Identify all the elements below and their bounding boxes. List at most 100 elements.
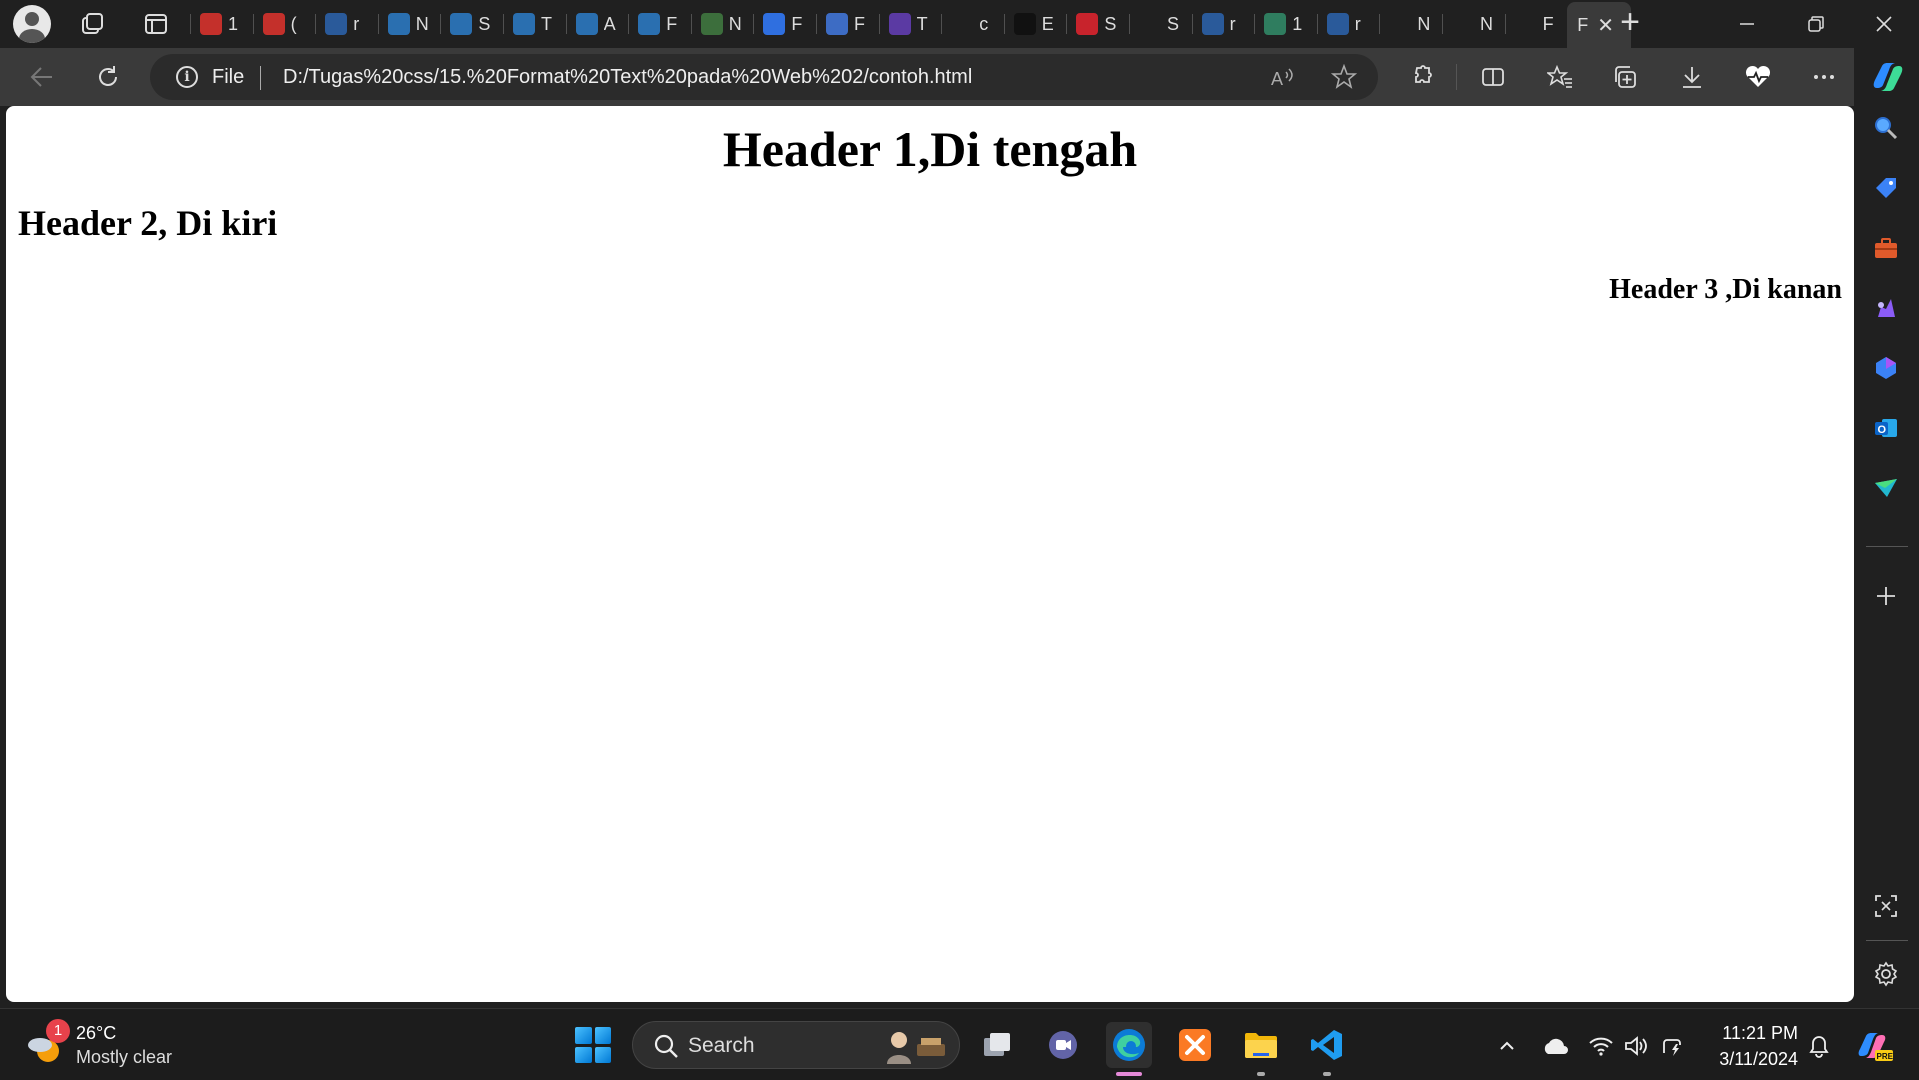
- browser-tab[interactable]: 1: [1254, 6, 1316, 42]
- wifi-icon[interactable]: [1586, 1031, 1616, 1061]
- copilot-icon[interactable]: [1869, 58, 1907, 96]
- tab-separator: [1504, 14, 1506, 34]
- address-url[interactable]: D:/Tugas%20css/15.%20Format%20Text%20pad…: [283, 66, 972, 89]
- browser-tab[interactable]: r: [1316, 6, 1379, 42]
- tools-briefcase-icon[interactable]: [1870, 232, 1902, 264]
- clock-date[interactable]: 3/11/2024: [1712, 1049, 1798, 1070]
- copilot-preview-taskbar-icon[interactable]: PRE: [1854, 1027, 1894, 1065]
- screenshot-icon[interactable]: [1870, 890, 1902, 922]
- collections-icon[interactable]: [1610, 61, 1642, 93]
- browser-tab[interactable]: S: [1066, 6, 1128, 42]
- address-scheme-label: File: [212, 66, 245, 88]
- browser-tab[interactable]: N: [690, 6, 753, 42]
- dark-site-icon: [1013, 13, 1036, 35]
- browser-tab[interactable]: S: [1129, 6, 1191, 42]
- clock-time[interactable]: 11:21 PM: [1720, 1023, 1798, 1044]
- browser-tab[interactable]: F: [1504, 6, 1567, 42]
- browser-tab[interactable]: r: [1191, 6, 1254, 42]
- address-bar[interactable]: i File D:/Tugas%20css/15.%20Format%20Tex…: [150, 54, 1378, 100]
- browser-tab[interactable]: (: [252, 6, 315, 42]
- tab-title: S: [1104, 13, 1117, 34]
- downloads-icon[interactable]: [1676, 61, 1708, 93]
- edge-taskbar-icon[interactable]: [1106, 1022, 1152, 1068]
- profile-avatar[interactable]: [13, 5, 51, 43]
- tab-separator: [941, 14, 943, 34]
- react-icon: [575, 13, 598, 35]
- new-tab-button[interactable]: +: [1612, 5, 1648, 42]
- react-icon: [513, 13, 535, 35]
- tab-separator: [628, 14, 630, 34]
- onedrive-cloud-icon[interactable]: [1540, 1031, 1570, 1061]
- refresh-button[interactable]: [92, 61, 124, 93]
- search-icon: [654, 1034, 678, 1058]
- games-icon[interactable]: [1870, 292, 1902, 324]
- tab-list: 1(r N S T A F N F F Tc E S Sr 1 r N N F F ✕: [190, 0, 1632, 48]
- sidebar-divider-bottom: [1866, 940, 1908, 941]
- extensions-icon[interactable]: [1405, 61, 1437, 93]
- volume-icon[interactable]: [1622, 1031, 1652, 1061]
- svg-text:A: A: [1271, 69, 1283, 89]
- browser-tab[interactable]: F: [628, 6, 690, 42]
- browser-tab[interactable]: 1: [190, 6, 252, 42]
- xampp-icon[interactable]: [1172, 1022, 1218, 1068]
- split-screen-icon[interactable]: [1477, 61, 1509, 93]
- task-view-icon[interactable]: [974, 1022, 1020, 1068]
- tab-title: F: [1577, 14, 1589, 35]
- teams-chat-icon[interactable]: [1040, 1022, 1086, 1068]
- browser-tab[interactable]: r: [315, 6, 377, 42]
- vscode-icon[interactable]: [1304, 1022, 1350, 1068]
- back-button[interactable]: [26, 61, 58, 93]
- vscode-running-indicator: [1323, 1072, 1331, 1076]
- sidebar-settings-gear-icon[interactable]: [1870, 958, 1902, 990]
- add-sidebar-app-icon[interactable]: [1870, 580, 1902, 612]
- minimize-button[interactable]: [1712, 0, 1782, 48]
- contacts-icon: [763, 13, 786, 35]
- tab-separator: [878, 14, 880, 34]
- sidebar-search-icon[interactable]: [1870, 112, 1902, 144]
- battery-charging-icon[interactable]: [1658, 1031, 1688, 1061]
- tab-title: N: [415, 13, 429, 34]
- close-window-button[interactable]: [1849, 0, 1919, 48]
- shopping-tag-icon[interactable]: [1870, 172, 1902, 204]
- edge-active-indicator: [1116, 1072, 1142, 1076]
- site-info-icon[interactable]: i: [176, 66, 198, 88]
- favorite-star-icon[interactable]: [1328, 61, 1360, 93]
- page-icon: [1514, 13, 1537, 35]
- tab-title: N: [1480, 13, 1493, 34]
- pinterest-icon: [1076, 13, 1099, 35]
- restore-button[interactable]: [1781, 0, 1851, 48]
- more-menu-icon[interactable]: [1808, 61, 1840, 93]
- read-aloud-icon[interactable]: A: [1266, 61, 1298, 93]
- copilot-designer-icon[interactable]: [1870, 352, 1902, 384]
- tab-separator: [1316, 14, 1318, 34]
- browser-tab[interactable]: S: [440, 6, 502, 42]
- favorites-icon[interactable]: [1544, 61, 1576, 93]
- taskbar-search-box[interactable]: Search: [632, 1021, 960, 1069]
- file-explorer-icon[interactable]: [1238, 1022, 1284, 1068]
- tab-separator: [1129, 14, 1130, 34]
- browser-tab[interactable]: c: [941, 6, 1003, 42]
- browser-tab[interactable]: N: [1442, 6, 1504, 42]
- react-icon: [387, 13, 410, 35]
- outlook-icon[interactable]: O: [1870, 412, 1902, 444]
- tab-title: T: [916, 13, 928, 34]
- tab-separator: [816, 14, 817, 34]
- tab-separator: [753, 14, 755, 34]
- browser-tab[interactable]: F: [816, 6, 878, 42]
- browser-tab[interactable]: N: [1379, 6, 1441, 42]
- browser-tab[interactable]: N: [377, 6, 440, 42]
- browser-tab[interactable]: F: [753, 6, 815, 42]
- tab-title: T: [541, 13, 552, 34]
- tab-actions-icon[interactable]: [140, 8, 172, 40]
- send-drop-icon[interactable]: [1870, 472, 1902, 504]
- workspaces-icon[interactable]: [76, 8, 108, 40]
- tab-separator: [1379, 14, 1381, 34]
- browser-tab[interactable]: A: [565, 6, 628, 42]
- start-button[interactable]: [575, 1027, 611, 1063]
- notifications-bell-icon[interactable]: [1804, 1031, 1834, 1061]
- show-hidden-icons-chevron-icon[interactable]: [1492, 1031, 1522, 1061]
- browser-tab[interactable]: E: [1003, 6, 1066, 42]
- browser-tab[interactable]: T: [878, 6, 941, 42]
- browser-tab[interactable]: T: [503, 6, 565, 42]
- browser-essentials-icon[interactable]: [1742, 61, 1774, 93]
